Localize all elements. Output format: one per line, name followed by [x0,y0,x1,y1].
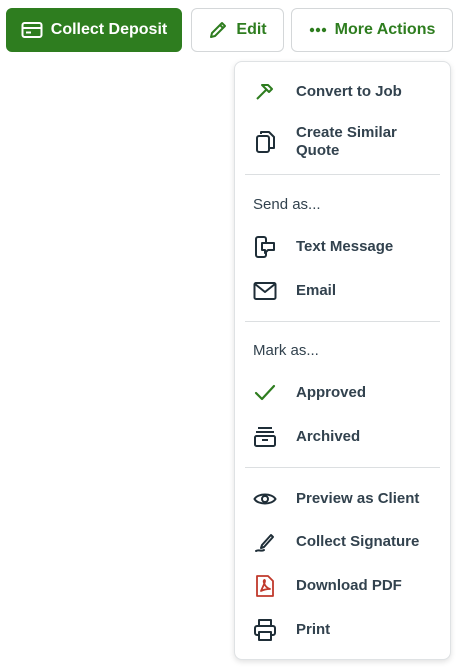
archive-icon [253,425,277,449]
menu-item-preview-as-client[interactable]: Preview as Client [235,487,450,511]
copy-icon [253,130,277,154]
envelope-icon [253,279,277,303]
credit-card-icon [21,21,43,39]
menu-divider [245,174,440,175]
text-message-label: Text Message [296,238,394,255]
menu-item-create-similar-quote[interactable]: Create Similar Quote [235,122,450,162]
menu-item-approved[interactable]: Approved [235,381,450,405]
signature-pen-icon [253,530,277,554]
menu-item-collect-signature[interactable]: Collect Signature [235,530,450,554]
menu-item-text-message[interactable]: Text Message [235,235,450,259]
print-label: Print [296,621,331,638]
collect-deposit-button[interactable]: Collect Deposit [6,8,182,52]
convert-to-job-label: Convert to Job [296,83,402,100]
menu-divider [245,321,440,322]
edit-label: Edit [236,21,267,38]
menu-divider [245,467,440,468]
mark-as-heading: Mark as... [253,342,319,359]
hammer-icon [253,80,277,104]
pencil-icon [208,20,228,40]
printer-icon [253,618,277,642]
download-pdf-label: Download PDF [296,577,402,594]
archived-label: Archived [296,428,361,445]
pdf-icon [253,574,277,598]
more-actions-label: More Actions [334,21,436,38]
ellipsis-icon [309,27,327,33]
menu-item-convert-to-job[interactable]: Convert to Job [235,80,450,104]
collect-deposit-label: Collect Deposit [50,21,168,38]
eye-icon [253,487,277,511]
edit-button[interactable]: Edit [191,8,284,52]
email-label: Email [296,282,337,299]
menu-item-print[interactable]: Print [235,618,450,642]
checkmark-icon [253,381,277,405]
more-actions-button[interactable]: More Actions [291,8,453,52]
create-similar-quote-label: Create Similar Quote [296,124,397,159]
more-actions-menu: Convert to Job Create Similar Quote Send… [234,61,451,660]
menu-item-download-pdf[interactable]: Download PDF [235,574,450,598]
preview-as-client-label: Preview as Client [296,490,420,507]
sms-icon [253,235,277,259]
collect-signature-label: Collect Signature [296,533,420,550]
menu-item-archived[interactable]: Archived [235,425,450,449]
send-as-heading: Send as... [253,196,321,213]
menu-item-email[interactable]: Email [235,279,450,303]
approved-label: Approved [296,384,367,401]
